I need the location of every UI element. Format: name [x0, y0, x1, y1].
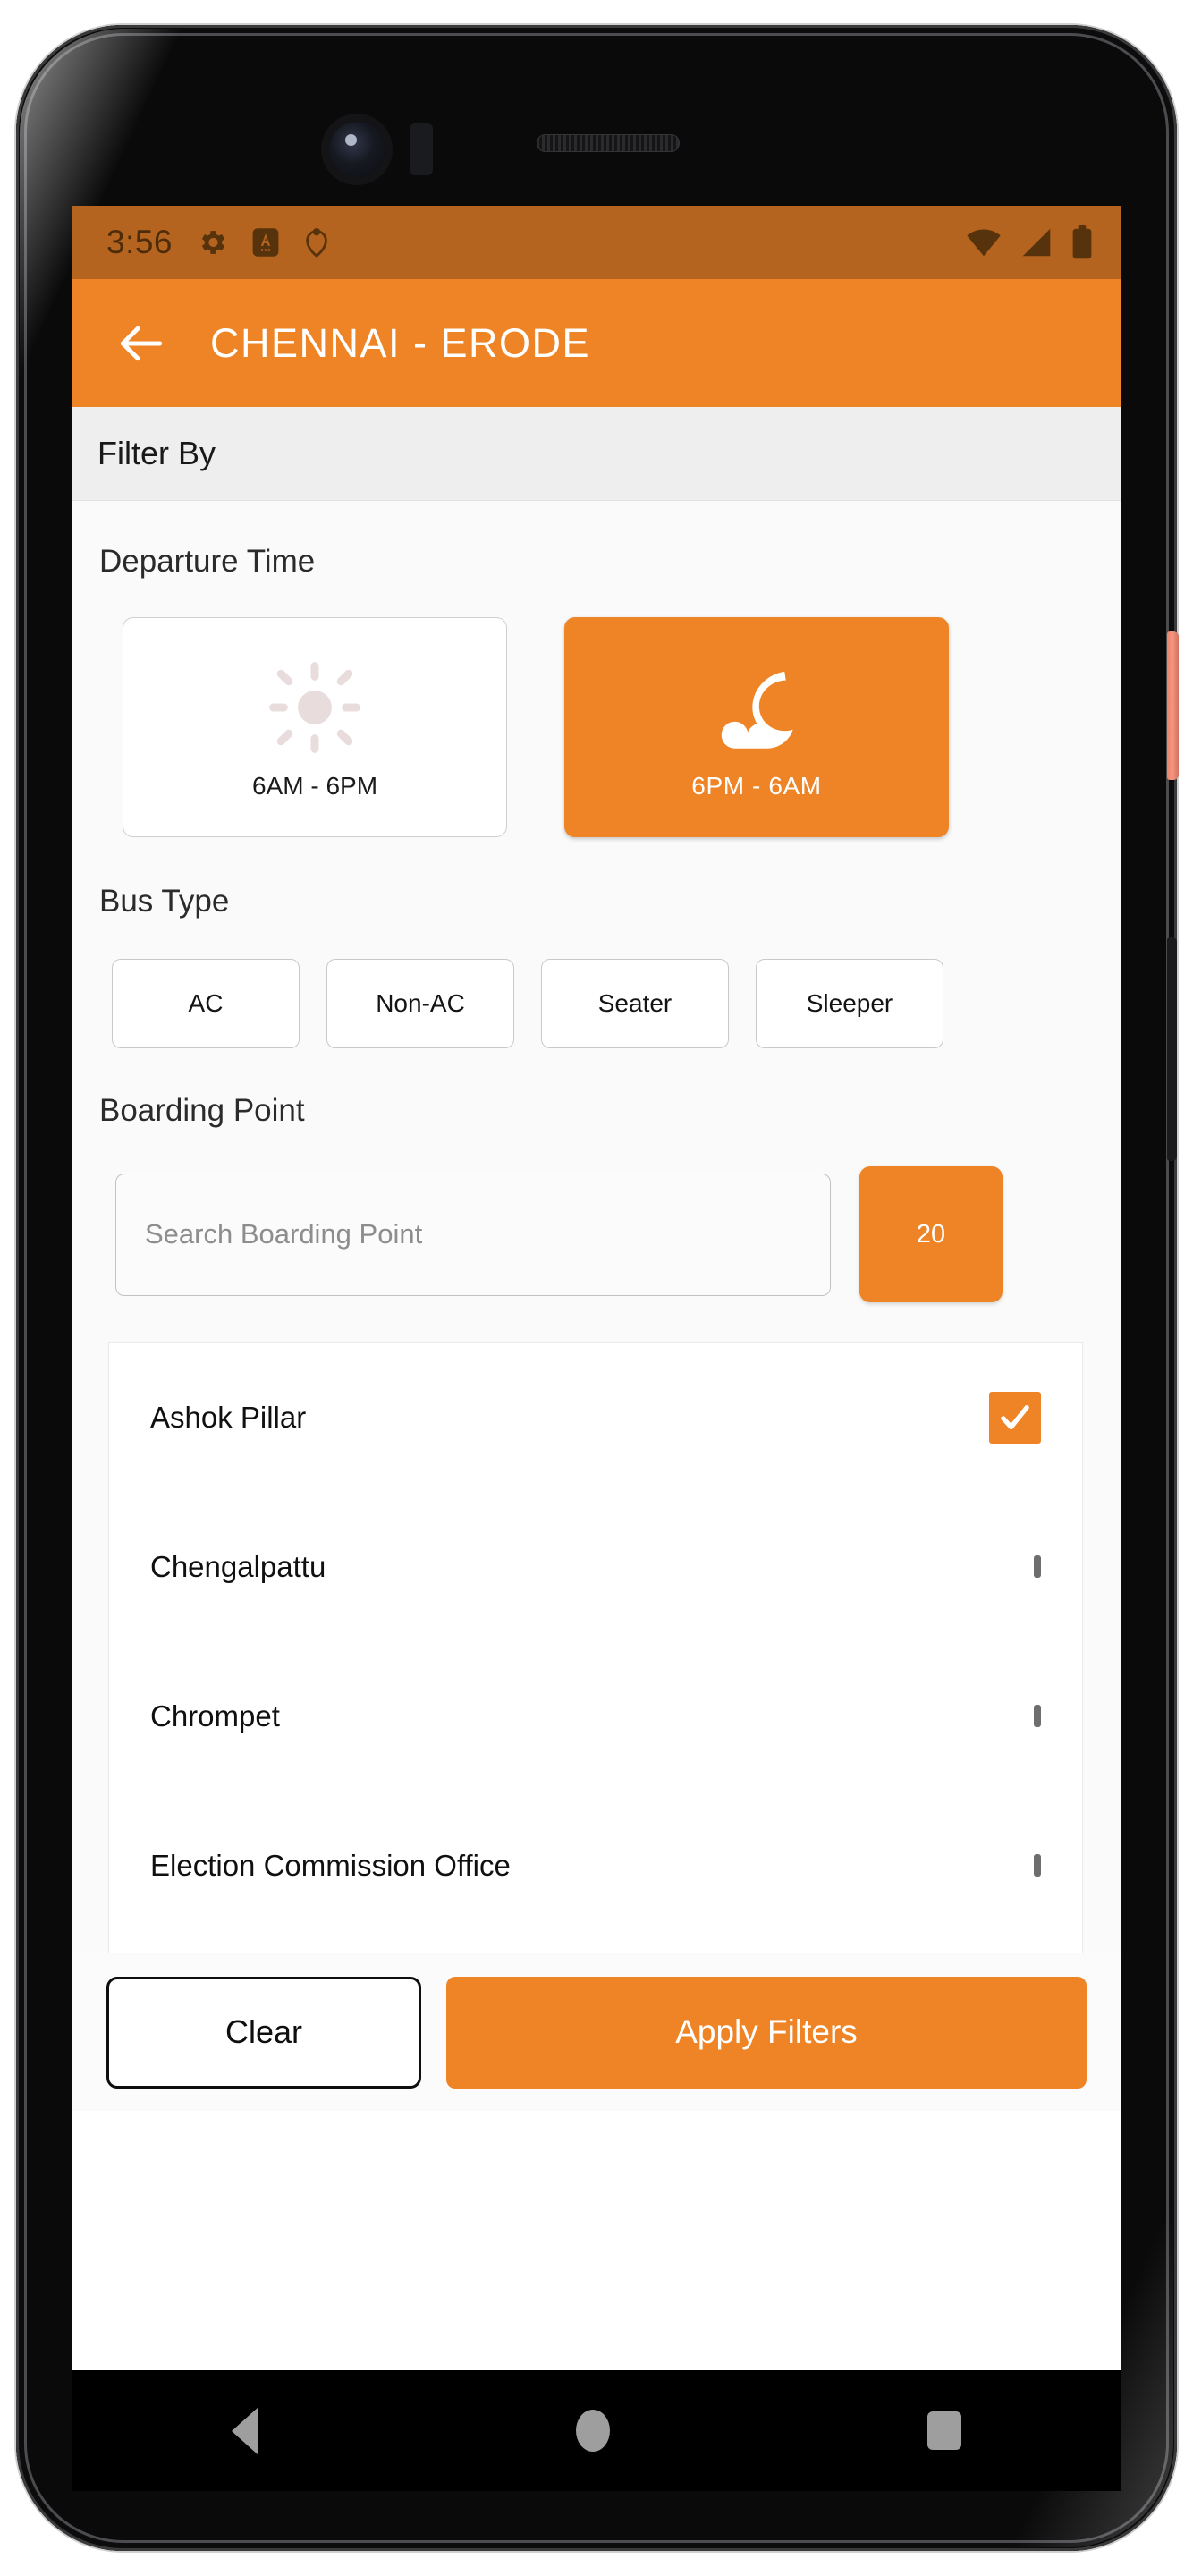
bus-type-options: AC Non-AC Seater Sleeper — [72, 919, 1121, 1048]
bus-type-chip-ac-label: AC — [188, 989, 224, 1017]
checkbox-unchecked-icon — [1034, 1555, 1041, 1578]
filter-action-bar: Clear Apply Filters — [72, 1953, 1121, 2111]
wifi-icon — [965, 227, 1003, 258]
departure-option-day-label: 6AM - 6PM — [251, 772, 378, 800]
bus-type-chip-sleeper-label: Sleeper — [806, 989, 893, 1017]
filter-body: Departure Time 6AM - 6PM 6PM - 6AM Bus T… — [72, 501, 1121, 2111]
back-triangle-icon[interactable] — [231, 2406, 258, 2455]
apply-filters-button[interactable]: Apply Filters — [446, 1976, 1087, 2089]
boarding-point-name: Chengalpattu — [150, 1549, 326, 1583]
boarding-point-name: Election Commission Office — [150, 1848, 511, 1882]
filter-by-label: Filter By — [97, 435, 216, 471]
departure-time-section-label: Departure Time — [99, 544, 316, 579]
search-boarding-point-input[interactable] — [115, 1173, 831, 1296]
app-bar: CHENNAI - ERODE — [72, 279, 1121, 407]
cellular-signal-icon — [1019, 227, 1054, 258]
list-item[interactable]: Ashok Pillar — [109, 1343, 1082, 1492]
bus-type-chip-seater[interactable]: Seater — [541, 959, 729, 1048]
boarding-point-count-badge[interactable]: 20 — [859, 1166, 1003, 1302]
sun-icon — [267, 654, 363, 761]
front-camera-icon — [329, 122, 385, 177]
list-item[interactable]: Election Commission Office — [109, 1791, 1082, 1940]
clear-button[interactable]: Clear — [106, 1976, 421, 2089]
camera-glint — [345, 134, 357, 146]
bus-type-chip-ac[interactable]: AC — [112, 959, 300, 1048]
status-bar-left: 3:56 — [106, 224, 330, 261]
earpiece-speaker-icon — [537, 134, 680, 152]
boarding-point-search-row: 20 — [72, 1129, 1121, 1302]
back-arrow-icon[interactable] — [114, 316, 169, 371]
status-bar-right — [965, 225, 1094, 259]
filter-by-header: Filter By — [72, 407, 1121, 501]
list-item[interactable]: Chengalpattu — [109, 1492, 1082, 1641]
phone-screen: 3:56 CHENNAI - ERODE Filter By Departure… — [72, 206, 1121, 2370]
bus-type-chip-sleeper[interactable]: Sleeper — [756, 959, 943, 1048]
boarding-point-checkbox[interactable] — [1034, 1555, 1041, 1578]
bus-type-chip-non-ac-label: Non-AC — [376, 989, 465, 1017]
departure-time-options: 6AM - 6PM 6PM - 6AM — [72, 580, 1121, 837]
bus-type-chip-seater-label: Seater — [597, 989, 673, 1017]
boarding-point-name: Chrompet — [150, 1699, 280, 1733]
boarding-point-checkbox[interactable] — [1034, 1704, 1041, 1727]
status-bar-clock: 3:56 — [106, 224, 173, 260]
gear-icon — [196, 226, 228, 258]
departure-option-day[interactable]: 6AM - 6PM — [123, 617, 507, 837]
home-circle-icon[interactable] — [575, 2410, 610, 2452]
moon-cloud-icon — [706, 654, 807, 761]
checkbox-checked-icon — [989, 1391, 1041, 1444]
phone-top-hardware — [16, 25, 1177, 204]
checkbox-unchecked-icon — [1034, 1853, 1041, 1877]
battery-icon — [1070, 225, 1094, 259]
status-bar: 3:56 — [72, 206, 1121, 279]
list-item[interactable]: Chrompet — [109, 1641, 1082, 1791]
departure-option-night-label: 6PM - 6AM — [691, 772, 822, 800]
proximity-sensor-icon — [410, 123, 433, 175]
bus-type-chip-non-ac[interactable]: Non-AC — [326, 959, 514, 1048]
bus-type-section-label: Bus Type — [99, 884, 230, 919]
boarding-point-checkbox[interactable] — [1034, 1853, 1041, 1877]
power-button[interactable] — [1167, 631, 1179, 780]
boarding-point-name: Ashok Pillar — [150, 1400, 307, 1434]
recents-square-icon[interactable] — [927, 2411, 962, 2450]
volume-button[interactable] — [1167, 937, 1177, 1161]
checkbox-unchecked-icon — [1034, 1704, 1041, 1727]
page-title: CHENNAI - ERODE — [210, 319, 591, 366]
android-auto-icon — [251, 227, 280, 258]
boarding-point-checkbox[interactable] — [989, 1391, 1041, 1444]
departure-option-night[interactable]: 6PM - 6AM — [564, 617, 949, 837]
android-navigation-bar — [72, 2370, 1121, 2491]
person-pin-icon — [303, 226, 330, 258]
boarding-point-count-value: 20 — [916, 1219, 946, 1249]
boarding-point-list[interactable]: Ashok Pillar Chengalpattu Chrompet Elect… — [108, 1342, 1083, 1984]
boarding-point-section-label: Boarding Point — [99, 1093, 305, 1128]
